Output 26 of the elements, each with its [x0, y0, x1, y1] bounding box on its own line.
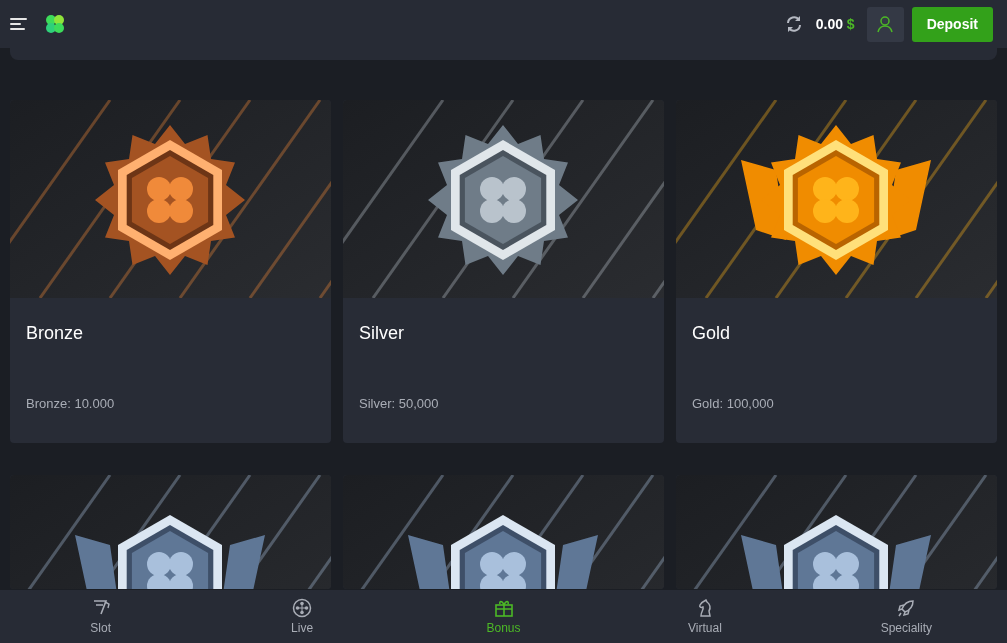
tier-card[interactable]: Silver Silver: 50,000: [343, 100, 664, 443]
user-icon: [877, 15, 894, 33]
deposit-button[interactable]: Deposit: [911, 6, 993, 42]
tier-card[interactable]: Bronze Bronze: 10.000: [10, 100, 331, 443]
tier-requirement: Silver: 50,000: [359, 395, 440, 413]
tier-title: Bronze: [26, 322, 85, 345]
account-button[interactable]: [866, 6, 904, 42]
tier-card[interactable]: Gold Gold: 100,000: [676, 100, 997, 443]
rocket-icon: [896, 598, 917, 618]
nav-tab[interactable]: Bonus: [402, 590, 605, 643]
tier-requirement: Bronze: 10.000: [26, 395, 116, 413]
medal-banner[interactable]: [676, 475, 997, 589]
medal-banner[interactable]: [10, 475, 331, 589]
nav-tab[interactable]: Speciality: [805, 590, 1007, 643]
clover-logo-icon[interactable]: [43, 12, 67, 36]
nav-tab[interactable]: Slot: [0, 590, 202, 643]
medal-banner[interactable]: [343, 475, 664, 589]
nav-tab[interactable]: Live: [201, 590, 403, 643]
balance-amount: 0.00 $: [815, 14, 855, 34]
tier-title: Silver: [359, 322, 405, 345]
menu-icon[interactable]: [10, 17, 27, 31]
nav-tab[interactable]: Virtual: [604, 590, 806, 643]
gift-icon: [493, 598, 514, 618]
tier-requirement: Gold: 100,000: [692, 395, 775, 413]
joystick-icon: [292, 598, 313, 618]
tier-title: Gold: [692, 322, 732, 345]
